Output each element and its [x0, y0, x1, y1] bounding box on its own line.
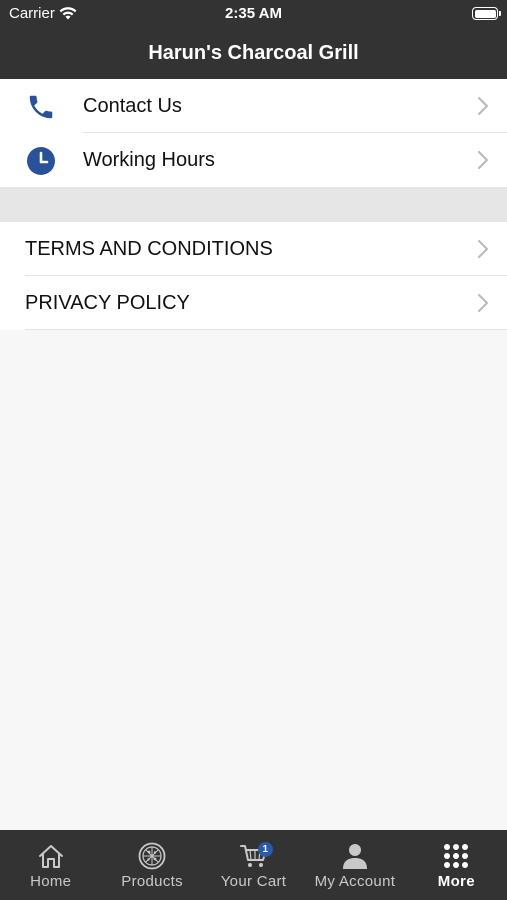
header: Harun's Charcoal Grill [0, 28, 507, 79]
user-icon [340, 841, 370, 871]
legal-group: TERMS AND CONDITIONS PRIVACY POLICY [0, 222, 507, 330]
terms-row[interactable]: TERMS AND CONDITIONS [0, 222, 507, 276]
tab-more[interactable]: More [406, 830, 507, 900]
tab-home[interactable]: Home [0, 830, 101, 900]
status-bar: Carrier 2:35 AM [0, 0, 507, 28]
grid-icon [441, 841, 471, 871]
clock-icon [25, 145, 57, 177]
pizza-icon [137, 841, 167, 871]
tab-cart[interactable]: 1 Your Cart [203, 830, 304, 900]
phone-icon [25, 91, 57, 123]
divider [25, 329, 507, 330]
working-hours-row[interactable]: Working Hours [0, 133, 507, 187]
privacy-row[interactable]: PRIVACY POLICY [0, 276, 507, 330]
tab-products[interactable]: Products [101, 830, 202, 900]
info-group: Contact Us Working Hours [0, 79, 507, 187]
status-time: 2:35 AM [225, 5, 282, 22]
home-icon [36, 841, 66, 871]
tab-bar: Home Products 1 Your Cart My Account Mor… [0, 830, 507, 900]
page-title: Harun's Charcoal Grill [148, 42, 359, 64]
cart-badge: 1 [257, 842, 273, 857]
main-content: Contact Us Working Hours TERMS AND CONDI… [0, 79, 507, 830]
chevron-right-icon [478, 151, 488, 169]
tab-label: Home [30, 873, 72, 890]
tab-label: Your Cart [220, 873, 287, 890]
working-hours-label: Working Hours [83, 148, 215, 171]
chevron-right-icon [478, 294, 488, 312]
tab-account[interactable]: My Account [304, 830, 405, 900]
battery-icon [472, 7, 501, 20]
chevron-right-icon [478, 97, 488, 115]
tab-label: More [437, 873, 475, 890]
contact-us-row[interactable]: Contact Us [0, 79, 507, 133]
privacy-label: PRIVACY POLICY [25, 291, 190, 314]
tab-label: My Account [314, 873, 396, 890]
terms-label: TERMS AND CONDITIONS [25, 237, 273, 260]
chevron-right-icon [478, 240, 488, 258]
tab-label: Products [121, 873, 183, 890]
section-separator [0, 187, 507, 222]
contact-us-label: Contact Us [83, 94, 182, 117]
